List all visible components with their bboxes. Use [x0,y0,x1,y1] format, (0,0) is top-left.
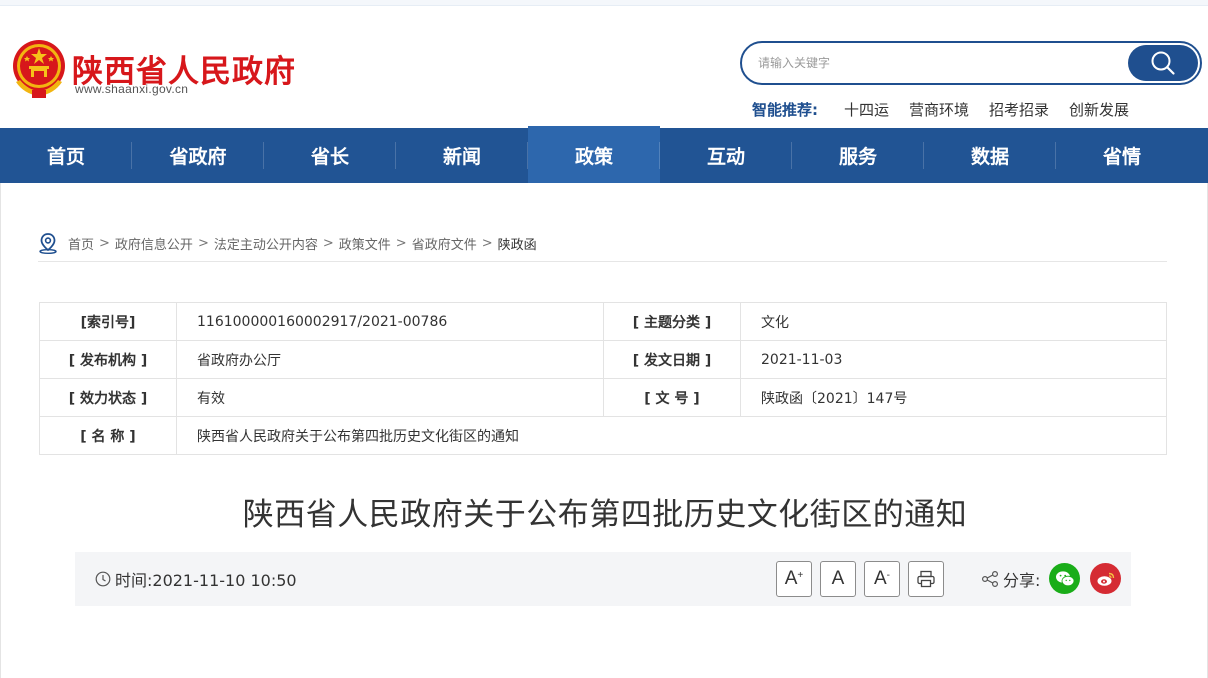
share-label: 分享: [1003,571,1041,590]
recommend-link-innovation[interactable]: 创新发展 [1069,99,1129,120]
meta-value-index: 116100000160002917/2021-00786 [176,302,604,341]
table-row: [ 名 称 ] 陕西省人民政府关于公布第四批历史文化街区的通知 [39,416,1167,455]
publish-time: 时间:2021-11-10 10:50 [95,552,297,606]
clock-icon [95,571,111,587]
meta-value-name: 陕西省人民政府关于公布第四批历史文化街区的通知 [176,416,1167,455]
recommend-link-shisiyun[interactable]: 十四运 [844,99,889,120]
breadcrumb-gov-info[interactable]: 政府信息公开 [115,234,193,253]
search-button[interactable] [1128,45,1198,81]
font-normal-button[interactable]: A [820,561,856,597]
wechat-icon [1055,570,1074,586]
wechat-share-button[interactable] [1049,563,1080,594]
font-increase-label: A [784,568,798,589]
meta-label-name: [ 名 称 ] [39,416,177,455]
search-input[interactable] [758,43,1118,83]
font-decrease-label: A [873,568,887,589]
share-icon [981,570,999,588]
national-emblem-icon[interactable] [10,38,68,100]
nav-item-data[interactable]: 数据 [924,128,1056,183]
share-section: 分享: [981,552,1040,606]
breadcrumb-separator: > [99,235,110,251]
table-row: [索引号] 116100000160002917/2021-00786 [ 主题… [39,302,1167,341]
breadcrumb-separator: > [395,235,407,251]
weibo-share-button[interactable] [1090,563,1121,594]
smart-recommend-label: 智能推荐: [752,100,818,119]
breadcrumb-gov-docs[interactable]: 省政府文件 [412,234,477,253]
nav-item-governor[interactable]: 省长 [264,128,396,183]
font-decrease-button[interactable]: A- [864,561,900,597]
print-icon [917,570,935,588]
recommend-link-business-env[interactable]: 营商环境 [909,99,969,120]
nav-item-provincial-gov[interactable]: 省政府 [132,128,264,183]
table-row: [ 效力状态 ] 有效 [ 文 号 ] 陕政函〔2021〕147号 [39,378,1167,417]
breadcrumb-separator: > [481,235,493,251]
plus-icon: + [797,569,804,581]
document-meta-table: [索引号] 116100000160002917/2021-00786 [ 主题… [39,302,1167,455]
nav-item-home[interactable]: 首页 [0,128,132,183]
main-nav: 首页 省政府 省长 新闻 政策 互动 服务 数据 省情 [0,126,1208,183]
table-row: [ 发布机构 ] 省政府办公厅 [ 发文日期 ] 2021-11-03 [39,340,1167,379]
smart-recommend: 智能推荐: 十四运 营商环境 招考招录 创新发展 [752,98,1149,120]
nav-item-province-info[interactable]: 省情 [1056,128,1188,183]
search-icon [1151,51,1175,75]
publish-time-text: 时间:2021-11-10 10:50 [115,571,297,590]
meta-label-status: [ 效力状态 ] [39,378,177,417]
minus-icon: - [886,569,891,581]
print-button[interactable] [908,561,944,597]
search-box [740,41,1202,85]
breadcrumb-current[interactable]: 陕政函 [498,234,537,253]
nav-item-interaction[interactable]: 互动 [660,128,792,183]
breadcrumb: 首页 > 政府信息公开 > 法定主动公开内容 > 政策文件 > 省政府文件 > … [38,232,537,254]
breadcrumb-divider [38,261,1167,262]
site-header: 陕西省人民政府 www.shaanxi.gov.cn 智能推荐: 十四运 营商环… [0,6,1208,128]
location-icon [39,233,57,254]
meta-label-index: [索引号] [39,302,177,341]
breadcrumb-home[interactable]: 首页 [68,234,94,253]
meta-value-topic: 文化 [740,302,1167,341]
breadcrumb-statutory[interactable]: 法定主动公开内容 [214,234,318,253]
breadcrumb-policy-docs[interactable]: 政策文件 [339,234,391,253]
nav-item-policy[interactable]: 政策 [528,126,660,183]
meta-label-issuer: [ 发布机构 ] [39,340,177,379]
weibo-icon [1097,572,1114,586]
article-title: 陕西省人民政府关于公布第四批历史文化街区的通知 [242,497,968,533]
nav-item-news[interactable]: 新闻 [396,128,528,183]
breadcrumb-separator: > [197,235,209,251]
font-increase-button[interactable]: A + [776,561,812,597]
meta-label-date: [ 发文日期 ] [603,340,741,379]
article-info-bar: 时间:2021-11-10 10:50 A + A A- 分享: [75,552,1131,606]
meta-value-docno: 陕政函〔2021〕147号 [740,378,1167,417]
meta-value-date: 2021-11-03 [740,340,1167,379]
breadcrumb-separator: > [322,235,334,251]
nav-item-services[interactable]: 服务 [792,128,924,183]
font-normal-label: A [831,568,845,589]
meta-value-issuer: 省政府办公厅 [176,340,604,379]
main-content: 首页 > 政府信息公开 > 法定主动公开内容 > 政策文件 > 省政府文件 > … [0,183,1208,678]
meta-value-status: 有效 [176,378,604,417]
recommend-link-recruitment[interactable]: 招考招录 [989,99,1049,120]
meta-label-docno: [ 文 号 ] [603,378,741,417]
site-domain: www.shaanxi.gov.cn [75,82,189,96]
meta-label-topic: [ 主题分类 ] [603,302,741,341]
